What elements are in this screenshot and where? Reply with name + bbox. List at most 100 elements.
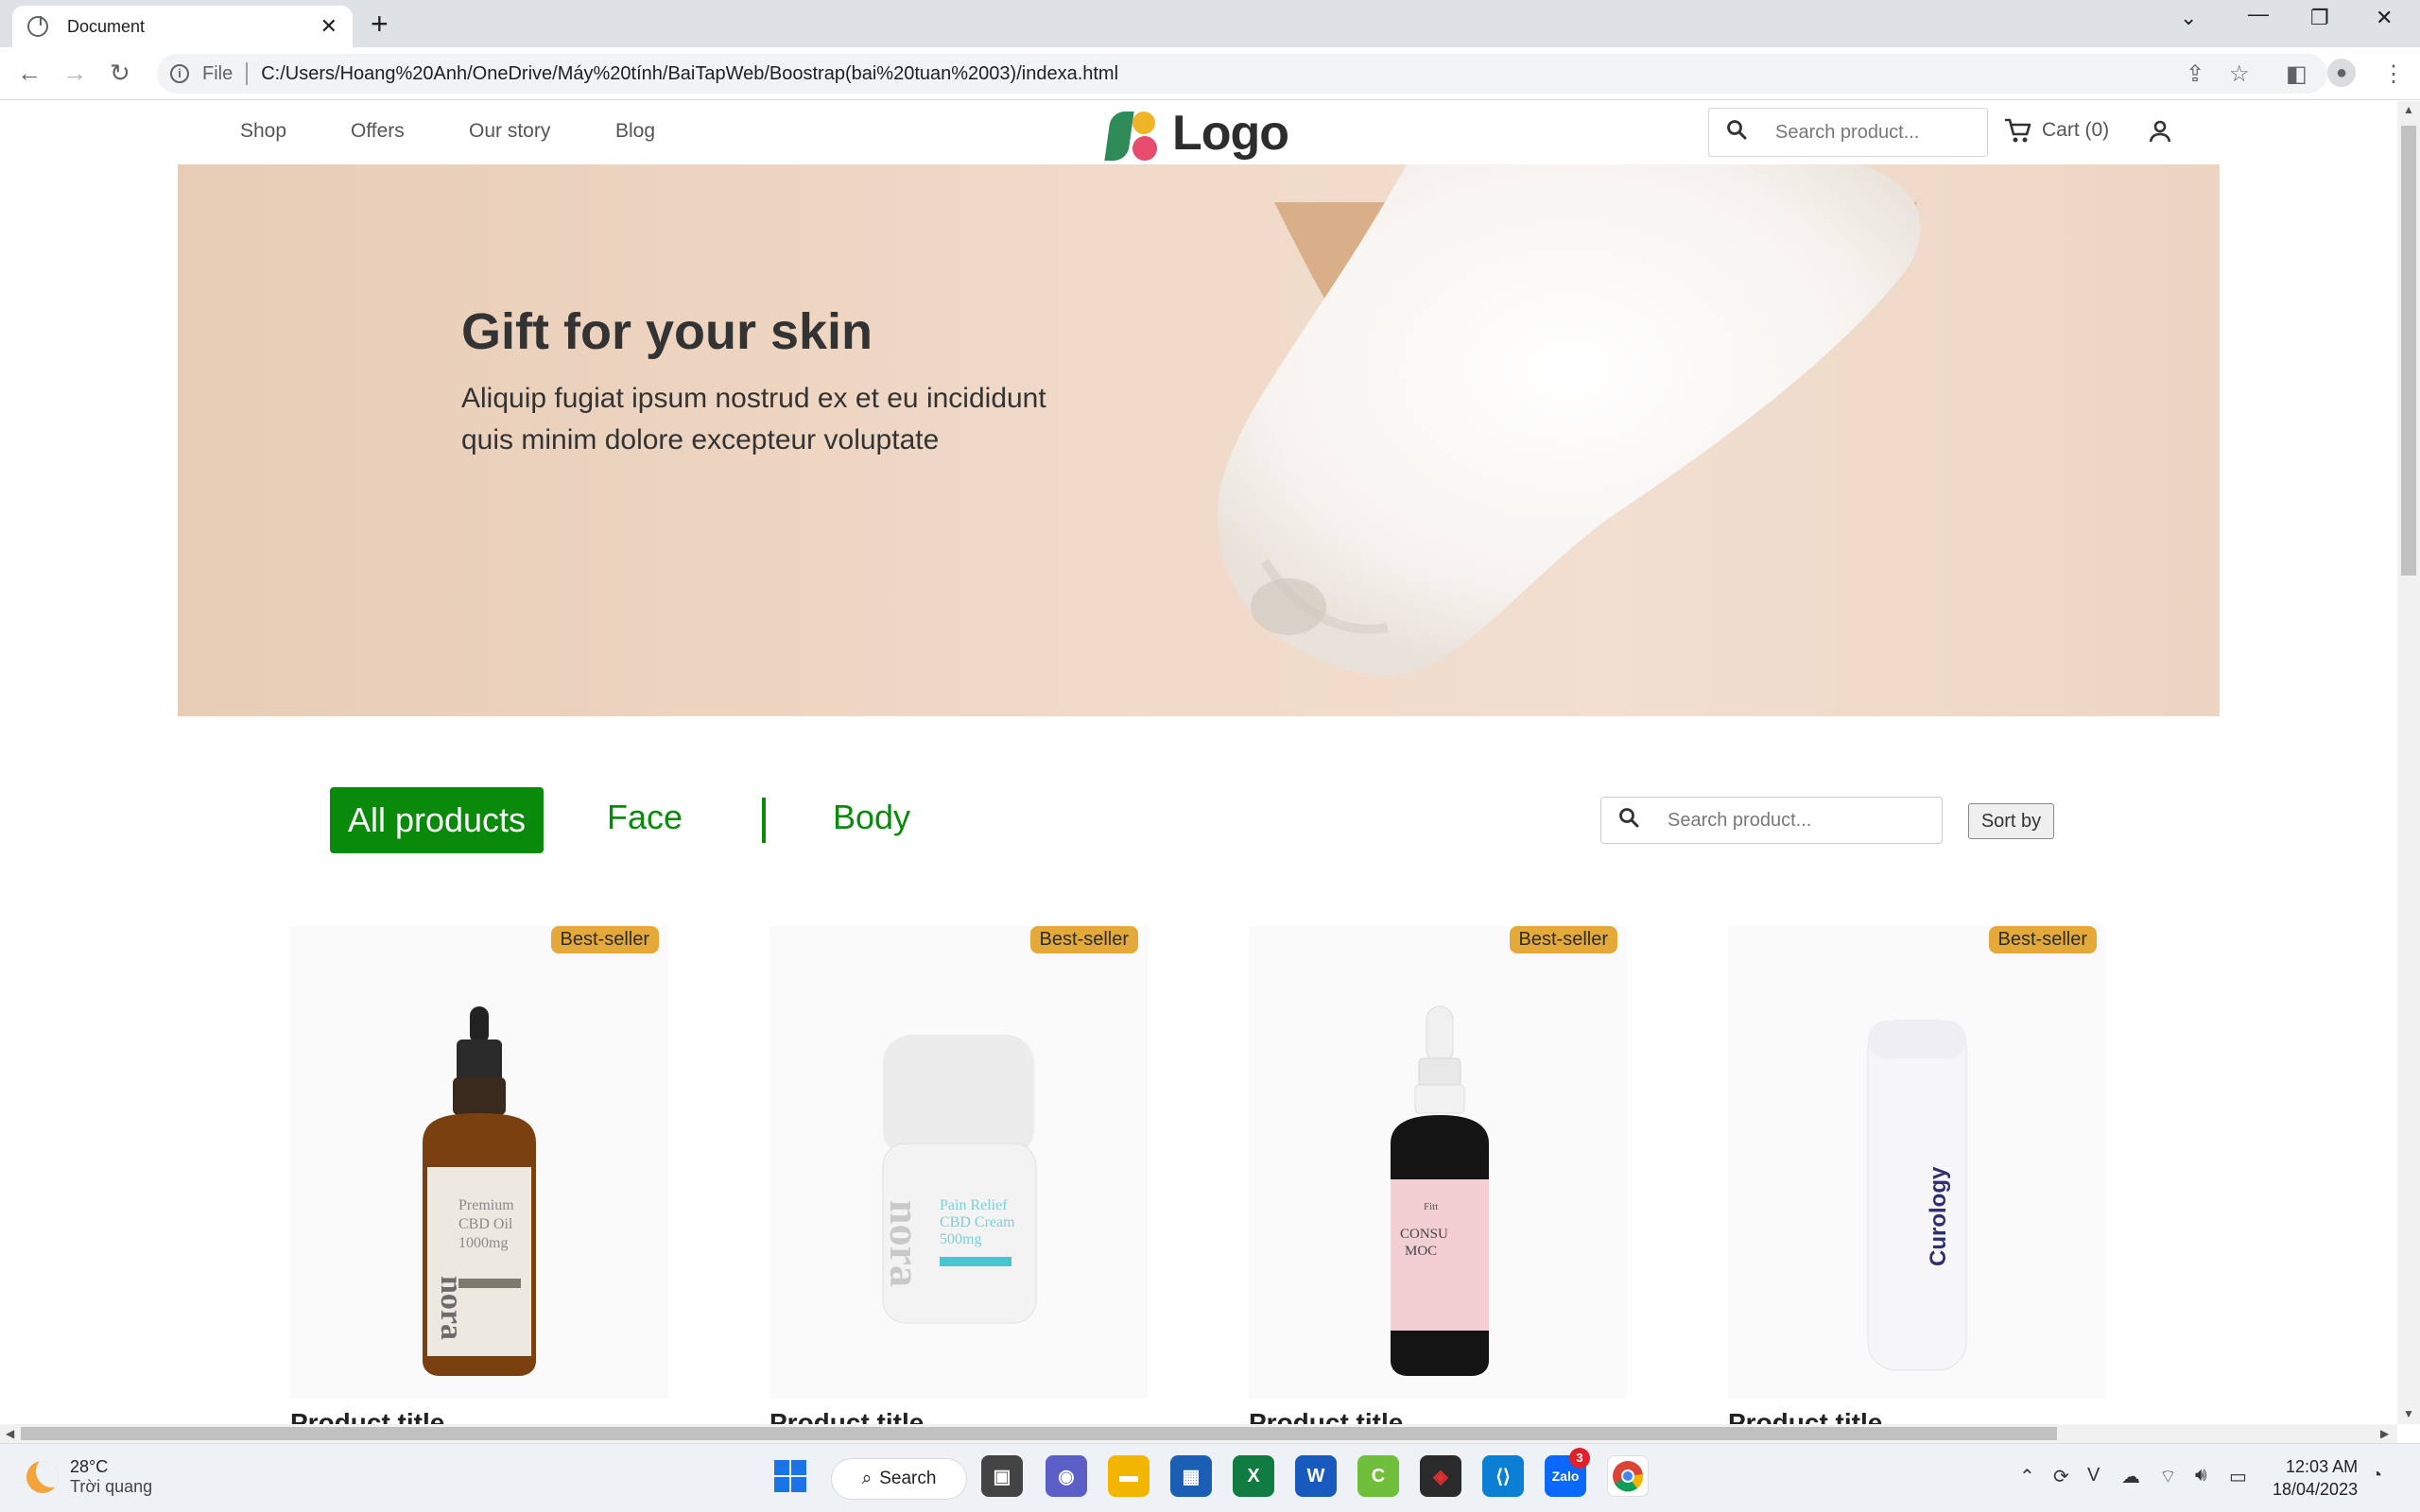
tab-title: Document — [67, 16, 146, 36]
sync-icon[interactable]: ⟳ — [2053, 1465, 2069, 1488]
reload-icon[interactable]: ↻ — [110, 60, 130, 85]
cart-icon — [2005, 118, 2031, 143]
product-title[interactable]: Product title — [1249, 1408, 1403, 1424]
header-search-placeholder: Search product... — [1775, 121, 1920, 143]
volume-icon[interactable]: 🔊︎ — [2195, 1465, 2207, 1486]
web-page: Shop Offers Our story Blog Logo Search p… — [0, 101, 2397, 1424]
onedrive-icon[interactable]: ☁ — [2121, 1465, 2140, 1488]
forward-icon[interactable]: → — [62, 60, 87, 85]
garena-icon[interactable]: ◈ — [1420, 1455, 1461, 1497]
scroll-down-icon[interactable]: ▼ — [2403, 1407, 2414, 1420]
tray-overflow-icon[interactable]: ⌃ — [2019, 1465, 2035, 1488]
vietkey-icon[interactable]: V — [2087, 1465, 2100, 1486]
url-scheme: File — [202, 62, 233, 84]
back-icon[interactable]: ← — [17, 60, 42, 85]
product-search-input[interactable]: Search product... — [1600, 797, 1943, 844]
weather-desc: Trời quang — [70, 1477, 153, 1496]
battery-icon[interactable]: ▭ — [2229, 1465, 2247, 1488]
sort-by-button[interactable]: Sort by — [1968, 803, 2054, 839]
site-logo[interactable]: Logo — [1104, 105, 1289, 162]
tab-search-icon[interactable]: ⌄ — [2180, 6, 2197, 30]
horizontal-scroll-thumb[interactable] — [21, 1427, 2057, 1440]
task-view-icon[interactable]: ▣ — [981, 1455, 1023, 1497]
browser-tab[interactable]: Document ✕ — [12, 6, 353, 47]
product-title[interactable]: Product title — [1728, 1408, 1882, 1424]
search-icon — [1601, 807, 1656, 833]
horizontal-scrollbar[interactable]: ◀ ▶ — [0, 1424, 2397, 1443]
svg-text:Premium: Premium — [458, 1197, 514, 1213]
globe-icon — [27, 16, 48, 37]
taskbar-search-button[interactable]: ⌕ Search — [831, 1458, 967, 1500]
scroll-left-icon[interactable]: ◀ — [6, 1427, 14, 1440]
svg-text:Curology: Curology — [1926, 1166, 1951, 1266]
word-icon[interactable]: W — [1295, 1455, 1337, 1497]
clock[interactable]: 12:03 AM 18/04/2023 — [2273, 1455, 2358, 1501]
user-account-icon[interactable] — [2149, 120, 2171, 147]
svg-text:nora: nora — [881, 1200, 929, 1287]
nav-shop[interactable]: Shop — [240, 120, 286, 143]
svg-text:CBD Oil: CBD Oil — [458, 1216, 513, 1232]
new-tab-button[interactable]: + — [371, 8, 389, 40]
side-panel-icon[interactable]: ◧ — [2286, 60, 2308, 88]
file-explorer-icon[interactable]: ▬ — [1108, 1455, 1150, 1497]
menu-kebab-icon[interactable]: ⋮ — [2382, 60, 2405, 88]
clock-time: 12:03 AM — [2286, 1457, 2359, 1476]
minimize-icon[interactable]: — — [2248, 2, 2269, 26]
cream-jar-image: nora Pain Relief CBD Cream 500mg — [881, 1035, 1037, 1324]
filter-body[interactable]: Body — [833, 798, 910, 837]
url-text: C:/Users/Hoang%20Anh/OneDrive/Máy%20tính… — [261, 62, 1119, 84]
best-seller-badge: Best-seller — [1988, 926, 2097, 954]
svg-text:500mg: 500mg — [940, 1231, 981, 1247]
app-c-icon[interactable]: C — [1357, 1455, 1399, 1497]
zalo-icon[interactable]: Zalo 3 — [1545, 1448, 1590, 1497]
wifi-icon[interactable]: ⌔ — [2159, 1465, 2177, 1488]
product-search-placeholder: Search product... — [1668, 809, 1812, 831]
product-title[interactable]: Product title — [290, 1408, 444, 1424]
cart-label: Cart (0) — [2042, 119, 2110, 141]
share-icon[interactable]: ⇪ — [2186, 60, 2204, 88]
scroll-right-icon[interactable]: ▶ — [2380, 1427, 2389, 1440]
filter-all-products[interactable]: All products — [330, 787, 544, 853]
profile-icon[interactable]: ● — [2327, 59, 2356, 87]
best-seller-badge: Best-seller — [1029, 926, 1138, 954]
best-seller-badge: Best-seller — [1509, 926, 1617, 954]
weather-widget[interactable]: 28°C Trời quang — [26, 1457, 152, 1497]
start-windows-icon[interactable] — [769, 1455, 811, 1497]
url-separator — [246, 62, 249, 85]
scroll-up-icon[interactable]: ▲ — [2403, 103, 2414, 116]
product-card[interactable]: nora Premium CBD Oil 1000mg Best-seller — [290, 926, 668, 1399]
notification-center-icon[interactable]: ◔ — [2371, 1465, 2382, 1486]
browser-tabstrip: Document ✕ + ⌄ — ❐ ✕ — [0, 0, 2420, 47]
teams-chat-icon[interactable]: ◉ — [1046, 1455, 1087, 1497]
nav-our-story[interactable]: Our story — [469, 120, 550, 143]
excel-icon[interactable]: X — [1233, 1455, 1274, 1497]
vertical-scroll-thumb[interactable] — [2401, 126, 2416, 576]
vscode-icon[interactable]: ⟨⟩ — [1482, 1455, 1524, 1497]
product-card[interactable]: Curology Best-seller — [1728, 926, 2106, 1399]
search-icon: ⌕ — [861, 1469, 873, 1488]
svg-text:MOC: MOC — [1405, 1244, 1437, 1259]
bookmark-star-icon[interactable]: ☆ — [2229, 60, 2250, 88]
product-card[interactable]: nora Pain Relief CBD Cream 500mg Best-se… — [769, 926, 1148, 1399]
header-search-input[interactable]: Search product... — [1708, 108, 1988, 157]
restore-icon[interactable]: ❐ — [2310, 6, 2329, 30]
product-card[interactable]: Fitt CONSU MOC Best-seller — [1249, 926, 1627, 1399]
pump-bottle-image: Curology — [1867, 1020, 1967, 1371]
chrome-icon[interactable] — [1607, 1455, 1649, 1497]
cart-button[interactable]: Cart (0) — [2004, 117, 2109, 144]
nav-offers[interactable]: Offers — [351, 120, 405, 143]
address-bar[interactable]: i File C:/Users/Hoang%20Anh/OneDrive/Máy… — [157, 54, 2327, 94]
logo-mark-icon — [1104, 106, 1163, 161]
dropper-bottle-image: nora Premium CBD Oil 1000mg — [423, 1006, 536, 1376]
vertical-scrollbar[interactable]: ▲ ▼ — [2397, 101, 2420, 1424]
weather-temp: 28°C — [70, 1457, 109, 1476]
product-title[interactable]: Product title — [769, 1408, 924, 1424]
svg-text:Pain Relief: Pain Relief — [940, 1197, 1008, 1213]
hero-title: Gift for your skin — [461, 303, 873, 360]
window-close-icon[interactable]: ✕ — [2376, 6, 2393, 30]
nav-blog[interactable]: Blog — [615, 120, 655, 143]
site-info-icon[interactable]: i — [170, 64, 189, 83]
filter-face[interactable]: Face — [607, 798, 683, 837]
microsoft-store-icon[interactable]: ▦ — [1170, 1455, 1212, 1497]
tab-close-icon[interactable]: ✕ — [320, 14, 337, 39]
